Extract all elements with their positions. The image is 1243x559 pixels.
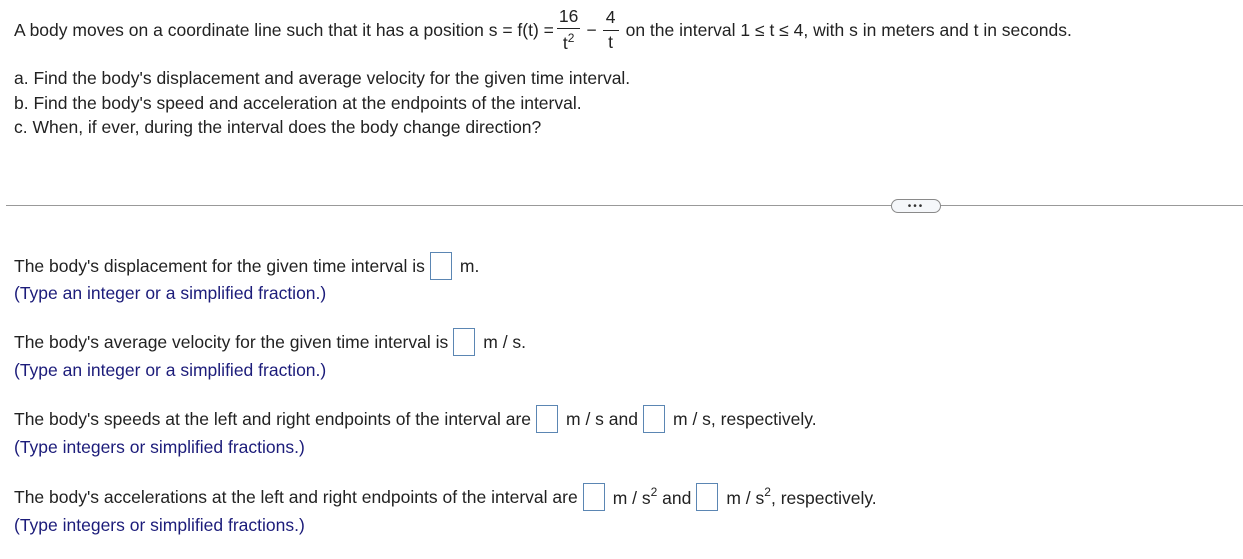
displacement-prefix: The body's displacement for the given ti… [14, 255, 425, 276]
displacement-input[interactable] [429, 252, 452, 280]
avg-velocity-prefix: The body's average velocity for the give… [14, 331, 449, 352]
more-options-button[interactable]: ••• [891, 199, 941, 213]
speeds-prefix: The body's speeds at the left and right … [14, 408, 532, 429]
avg-velocity-input[interactable] [453, 328, 476, 356]
denominator-exponent: 2 [567, 31, 575, 45]
minus-operator: − [586, 19, 597, 40]
acceleration-right-unit: m / s2, respectively. [726, 485, 876, 509]
acceleration-left-input[interactable] [582, 483, 605, 511]
problem-parts: a. Find the body's displacement and aver… [14, 66, 630, 140]
part-c: c. When, if ever, during the interval do… [14, 117, 542, 137]
speed-left-unit: m / s and [566, 408, 638, 429]
displacement-question: The body's displacement for the given ti… [14, 251, 479, 281]
fraction-numerator: 16 [556, 7, 581, 29]
accelerations-prefix: The body's accelerations at the left and… [14, 486, 578, 507]
part-b: b. Find the body's speed and acceleratio… [14, 92, 582, 113]
accelerations-question: The body's accelerations at the left and… [14, 482, 877, 512]
acceleration-left-unit: m / s2 and [613, 485, 692, 509]
unit-base: m / s [612, 488, 651, 508]
speed-left-input[interactable] [536, 405, 559, 433]
fraction-4-over-t: 4 t [602, 8, 619, 52]
fraction-16-over-t-squared: 16 t2 [556, 7, 581, 53]
ellipsis-icon: ••• [907, 200, 925, 212]
displacement-unit: m. [459, 255, 480, 276]
unit-tail: and [657, 488, 692, 508]
unit-exponent: 2 [764, 485, 771, 499]
speed-right-input[interactable] [643, 405, 665, 433]
accelerations-hint: (Type integers or simplified fractions.) [14, 515, 305, 535]
unit-tail: , respectively. [770, 488, 877, 508]
problem-intro: A body moves on a coordinate line such t… [14, 19, 554, 40]
unit-base: m / s [726, 488, 765, 508]
avg-velocity-hint: (Type an integer or a simplified fractio… [14, 360, 327, 380]
part-a: a. Find the body's displacement and aver… [14, 68, 631, 88]
problem-statement: A body moves on a coordinate line such t… [14, 0, 1072, 60]
fraction-numerator: 4 [602, 8, 619, 31]
speeds-hint: (Type integers or simplified fractions.) [14, 437, 305, 457]
fraction-denominator: t2 [563, 29, 575, 53]
problem-suffix: on the interval 1 ≤ t ≤ 4, with s in met… [625, 19, 1072, 40]
displacement-hint: (Type an integer or a simplified fractio… [14, 283, 327, 303]
speeds-question: The body's speeds at the left and right … [14, 404, 817, 434]
avg-velocity-unit: m / s. [483, 331, 527, 352]
avg-velocity-question: The body's average velocity for the give… [14, 327, 526, 357]
speed-right-unit: m / s, respectively. [673, 408, 817, 429]
fraction-denominator: t [608, 31, 614, 52]
section-divider [6, 205, 1243, 206]
acceleration-right-input[interactable] [696, 483, 719, 511]
